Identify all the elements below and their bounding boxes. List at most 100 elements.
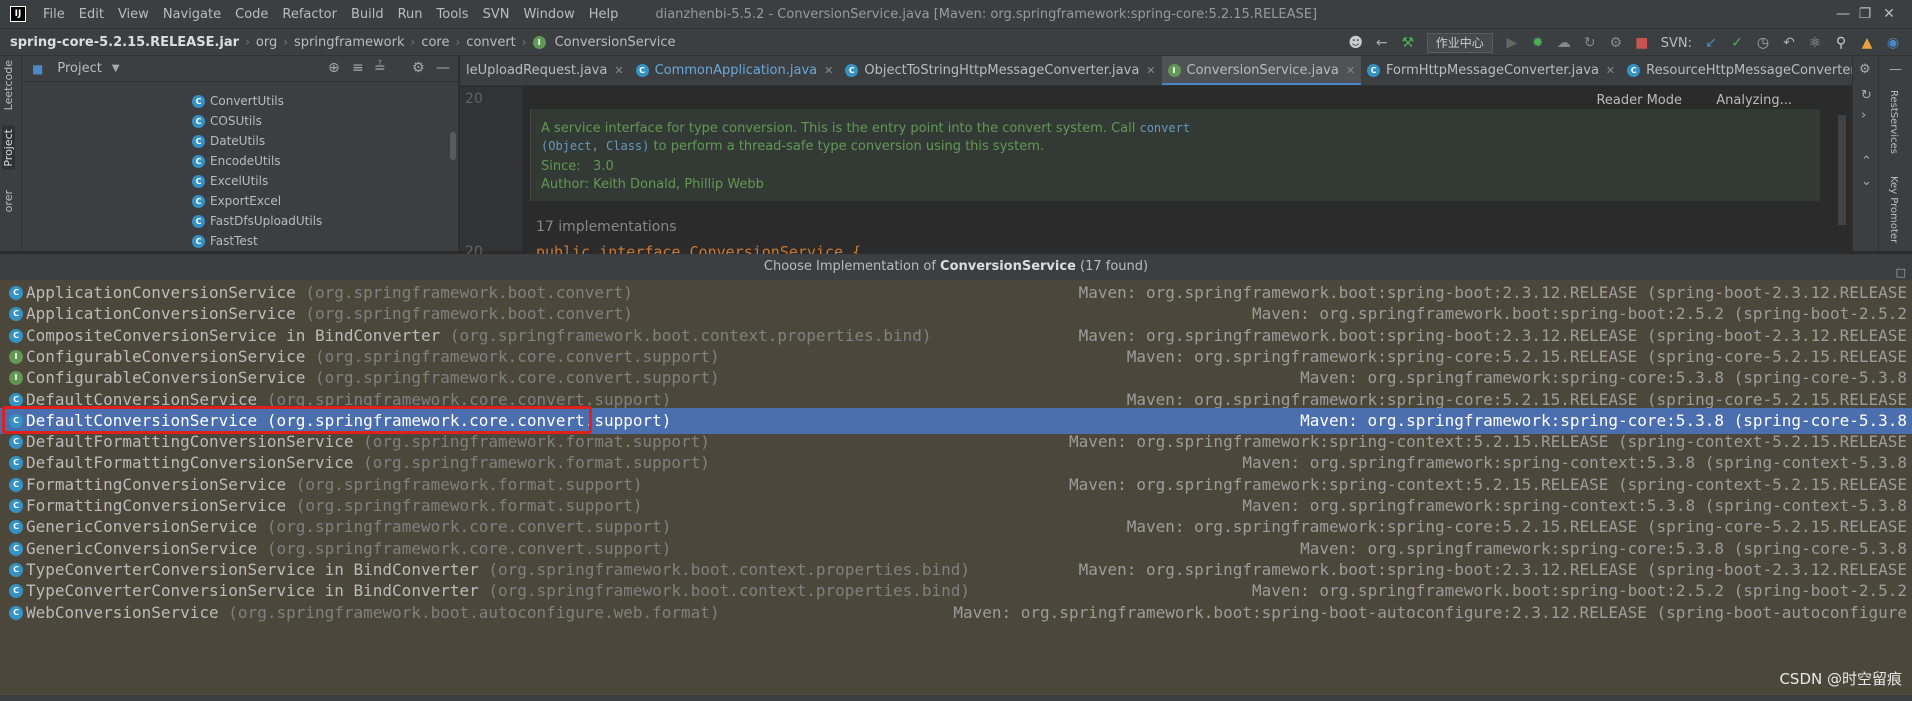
doc-since-label: Since:: [541, 159, 581, 174]
breadcrumb-convert[interactable]: convert: [462, 35, 519, 50]
menu-help[interactable]: Help: [582, 7, 626, 22]
menu-run[interactable]: Run: [391, 7, 430, 22]
expand-all-icon[interactable]: ≡: [352, 60, 364, 76]
code-editor[interactable]: 20 20 Reader Mode Analyzing... A service…: [460, 87, 1852, 261]
class-name: FormattingConversionService: [26, 496, 287, 515]
doc-link[interactable]: convert: [1139, 121, 1190, 135]
tool-tab-explorer[interactable]: orer: [2, 190, 15, 212]
hide-icon[interactable]: —: [1889, 62, 1902, 77]
stop-icon[interactable]: ■: [1631, 32, 1653, 54]
menu-refactor[interactable]: Refactor: [275, 7, 344, 22]
tool-tab-project[interactable]: Project: [2, 126, 15, 170]
attach-icon[interactable]: ⚙: [1605, 32, 1627, 54]
class-icon: C: [1627, 64, 1641, 77]
package-name: (org.springframework.core.convert.suppor…: [315, 368, 720, 388]
svn-revert-icon[interactable]: ↶: [1778, 32, 1800, 54]
doc-text: A service interface for type conversion.…: [541, 121, 1140, 136]
tree-item-label: DateUtils: [210, 134, 266, 148]
svn-history-icon[interactable]: ◷: [1752, 32, 1774, 54]
package-name: (org.springframework.format.support): [295, 474, 643, 494]
close-icon[interactable]: ✕: [1606, 64, 1615, 77]
menu-code[interactable]: Code: [228, 7, 275, 22]
tree-item-cosutils[interactable]: C COSUtils: [192, 111, 262, 131]
tree-item-convertutils[interactable]: C ConvertUtils: [192, 91, 284, 111]
close-window-icon[interactable]: ✕: [1866, 0, 1912, 28]
breadcrumb-springframework[interactable]: springframework: [290, 35, 408, 50]
breadcrumb-jar[interactable]: spring-core-5.2.15.RELEASE.jar: [6, 35, 243, 50]
update-icon[interactable]: ▲: [1856, 32, 1878, 54]
svn-commit-icon[interactable]: ✓: [1726, 32, 1748, 54]
package-name: (org.springframework.boot.context.proper…: [488, 559, 971, 579]
project-title[interactable]: Project: [57, 61, 101, 76]
refresh-icon[interactable]: ↻: [1861, 88, 1872, 103]
tab-objecttostringhttpmessageconverter[interactable]: C ObjectToStringHttpMessageConverter.jav…: [839, 56, 1161, 85]
package-name: (org.springframework.core.convert.suppor…: [315, 346, 720, 366]
tree-item-fastdfsuploadutils[interactable]: C FastDfsUploadUtils: [192, 211, 322, 231]
arrow-left-icon[interactable]: ←: [1371, 32, 1393, 54]
menu-edit[interactable]: Edit: [72, 7, 111, 22]
close-icon[interactable]: ✕: [1346, 64, 1355, 77]
implementations-hint[interactable]: 17 implementations: [536, 219, 677, 235]
build-hammer-icon[interactable]: ⚒: [1397, 32, 1419, 54]
horizontal-scrollbar[interactable]: [0, 695, 1912, 701]
user-icon[interactable]: ☻: [1345, 32, 1367, 54]
gear-icon[interactable]: ⚙: [412, 60, 425, 76]
run-icon[interactable]: ▶: [1501, 32, 1523, 54]
doc-since-value: 3.0: [593, 159, 614, 174]
tool-tab-leetcode[interactable]: Leetcode: [2, 60, 15, 110]
tree-item-exportexcel[interactable]: C ExportExcel: [192, 191, 281, 211]
workcenter-select[interactable]: 作业中心: [1426, 33, 1493, 53]
menu-file[interactable]: File: [36, 7, 72, 22]
debug-icon[interactable]: ✹: [1527, 32, 1549, 54]
breadcrumb-conversionservice[interactable]: ConversionService: [551, 35, 680, 50]
tree-item-fasttest[interactable]: C FastTest: [192, 231, 258, 251]
editor-scrollbar[interactable]: [1838, 115, 1846, 225]
tree-item-excelutils[interactable]: C ExcelUtils: [192, 171, 268, 191]
chevron-right-icon[interactable]: ›: [1861, 108, 1866, 123]
class-icon: C: [192, 174, 205, 188]
tab-commonapplication[interactable]: C CommonApplication.java ✕: [630, 56, 840, 85]
class-name: TypeConverterConversionService in BindCo…: [26, 581, 479, 601]
breadcrumb-core[interactable]: core: [417, 35, 453, 50]
menu-navigate[interactable]: Navigate: [156, 7, 228, 22]
analyzing-status: Analyzing...: [1716, 93, 1792, 108]
tab-fileuploadrequest[interactable]: leUploadRequest.java ✕: [460, 56, 630, 85]
chevron-down-icon[interactable]: ▼: [112, 63, 120, 74]
coverage-icon[interactable]: ☁: [1553, 32, 1575, 54]
tab-resourcehttpmessageconverter[interactable]: C ResourceHttpMessageConverter.java ✕: [1621, 56, 1852, 85]
breadcrumb-org[interactable]: org: [252, 35, 281, 50]
menu-build[interactable]: Build: [344, 7, 391, 22]
locate-icon[interactable]: ⊕: [328, 60, 340, 76]
tree-item-dateutils[interactable]: C DateUtils: [192, 131, 265, 151]
tool-tab-restservices[interactable]: RestServices: [1888, 90, 1899, 154]
translate-icon[interactable]: ⚛: [1804, 32, 1826, 54]
menu-svn[interactable]: SVN: [476, 7, 517, 22]
class-icon: C: [192, 214, 205, 228]
gear-icon[interactable]: ⚙: [1859, 62, 1871, 77]
project-scrollbar[interactable]: [450, 132, 456, 160]
doc-link[interactable]: (Object, Class): [541, 139, 649, 153]
collapse-all-icon[interactable]: ≟: [374, 60, 386, 76]
close-icon[interactable]: ✕: [614, 64, 623, 77]
package-name: (org.springframework.format.support): [363, 453, 710, 473]
hide-icon[interactable]: —: [436, 60, 450, 76]
svn-update-icon[interactable]: ↙: [1700, 32, 1722, 54]
toolbar: ☻ ← ⚒ 作业中心 ▶ ✹ ☁ ↻ ⚙ ■ SVN: ↙ ✓ ◷ ↶ ⚛ ⚲ …: [1343, 29, 1906, 57]
tab-formhttpmessageconverter[interactable]: C FormHttpMessageConverter.java ✕: [1361, 56, 1621, 85]
package-name: (org.springframework.core.convert.suppor…: [266, 517, 672, 537]
close-icon[interactable]: ✕: [824, 64, 833, 77]
plugin-icon[interactable]: ◉: [1882, 32, 1904, 54]
menu-window[interactable]: Window: [516, 7, 581, 22]
profile-icon[interactable]: ↻: [1579, 32, 1601, 54]
reader-mode-button[interactable]: Reader Mode: [1596, 93, 1682, 108]
tab-conversionservice[interactable]: I ConversionService.java ✕: [1161, 56, 1362, 85]
tree-item-encodeutils[interactable]: C EncodeUtils: [192, 151, 281, 171]
menu-tools[interactable]: Tools: [430, 7, 476, 22]
chevron-down-icon[interactable]: ⌄: [1861, 174, 1872, 189]
tool-tab-key-promoter[interactable]: Key Promoter: [1888, 176, 1899, 243]
close-icon[interactable]: ✕: [1146, 64, 1155, 77]
implementation-row[interactable]: C WebConversionService (org.springframewo…: [0, 600, 1912, 626]
search-icon[interactable]: ⚲: [1830, 32, 1852, 54]
chevron-up-icon[interactable]: ⌃: [1861, 154, 1872, 169]
menu-view[interactable]: View: [111, 7, 156, 22]
